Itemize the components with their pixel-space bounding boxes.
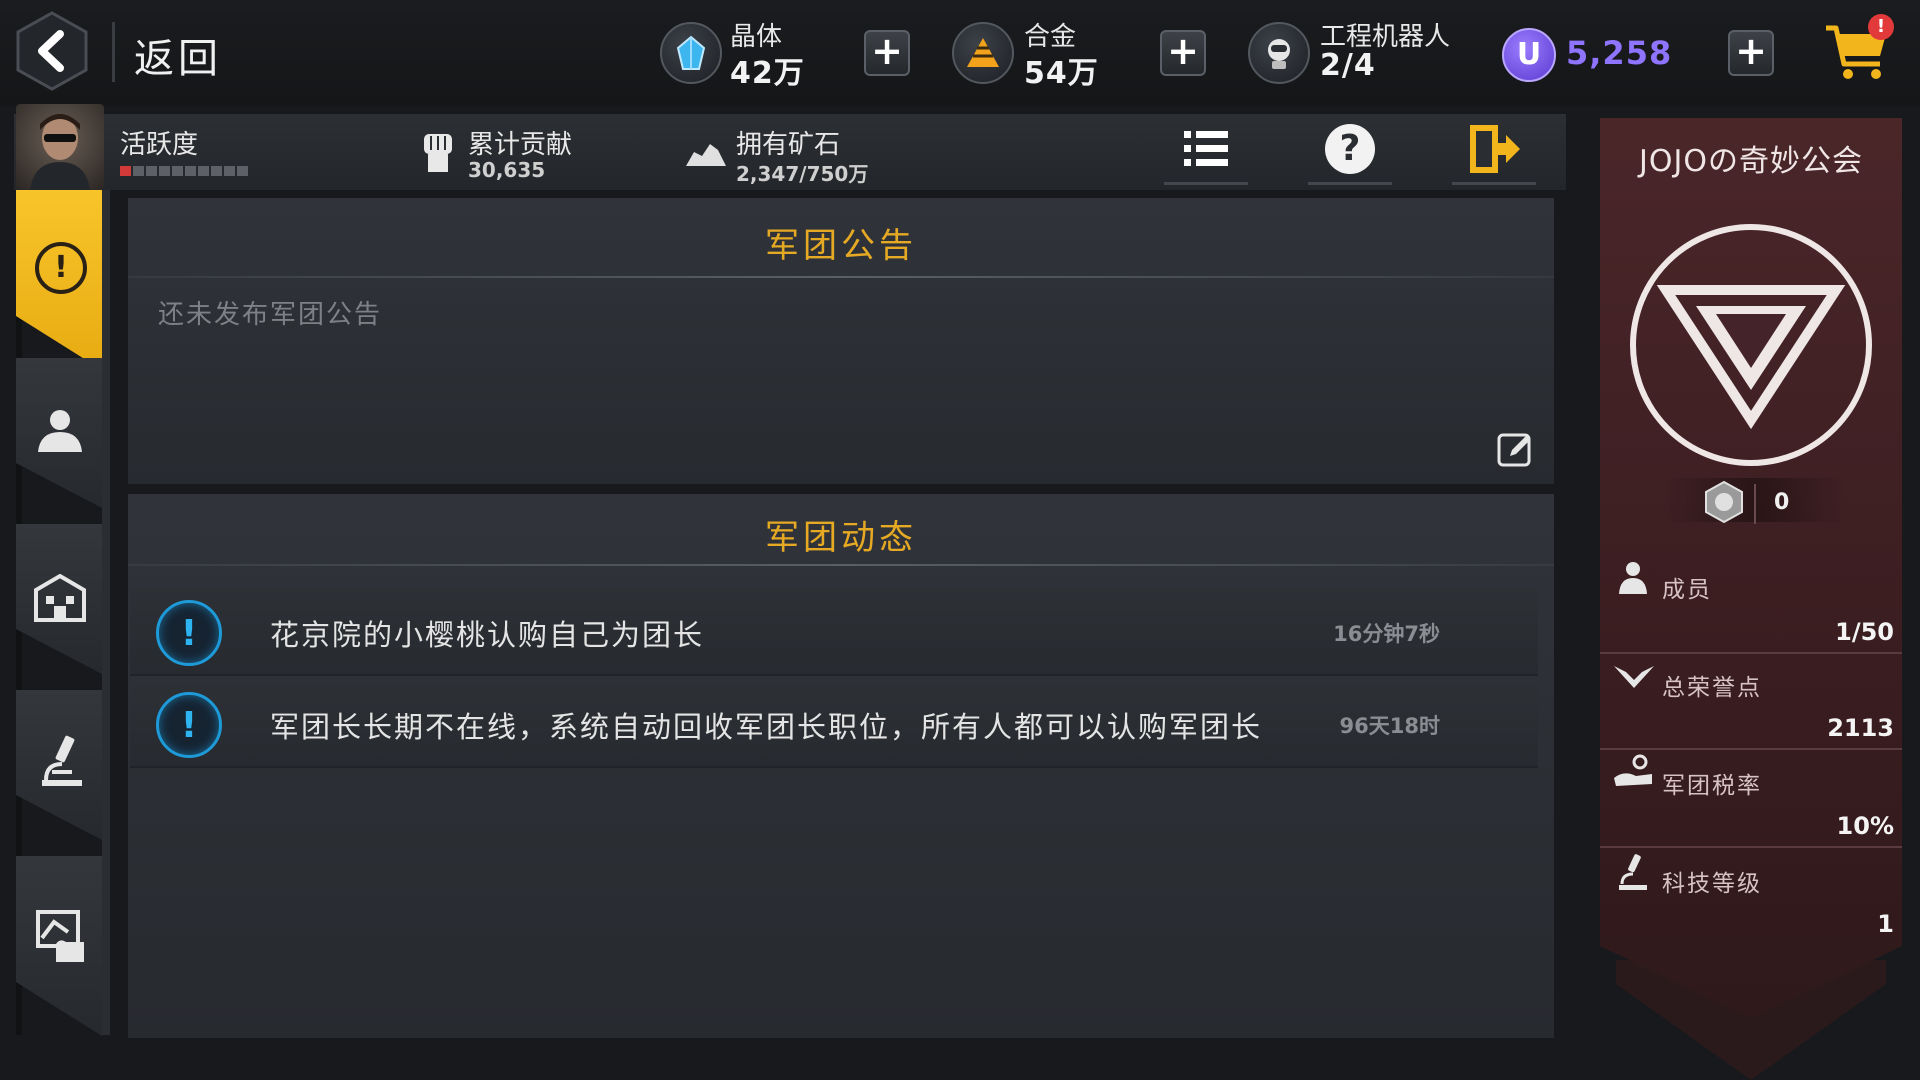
help-button[interactable]: ? [1308, 116, 1392, 185]
stat-label-honor: 总荣誉点 [1662, 675, 1762, 701]
divider [1600, 846, 1902, 848]
divider [128, 564, 1554, 566]
robot-value: 2/4 [1320, 48, 1376, 83]
u-coin-icon: U [1502, 28, 1556, 82]
guild-info-panel: JOJOの奇妙公会 0 成员 1/50 总荣誉点 2113 军团税率 10% 科… [1600, 118, 1902, 1018]
fist-icon [418, 130, 458, 174]
info-alert-icon: ! [156, 692, 222, 758]
microscope-icon [42, 735, 82, 786]
avatar[interactable] [16, 104, 104, 190]
nav-tab-buildings[interactable] [16, 524, 102, 674]
stat-value-tax: 10% [1836, 812, 1894, 840]
activity-text: 军团长长期不在线，系统自动回收军团长职位，所有人都可以认购军团长 [270, 710, 1263, 744]
back-label[interactable]: 返回 [134, 26, 222, 84]
exit-icon [1470, 125, 1520, 173]
announcement-title: 军团公告 [765, 226, 917, 266]
nav-tab-tech[interactable] [16, 690, 102, 840]
guild-level-icon [1705, 480, 1743, 524]
alloy-value: 54万 [1024, 56, 1099, 91]
guild-name: JOJOの奇妙公会 [1639, 144, 1863, 179]
nav-tab-members[interactable] [16, 358, 102, 508]
divider [112, 22, 115, 82]
ore-label: 拥有矿石 [736, 130, 841, 160]
add-alloy-button[interactable]: + [1160, 30, 1206, 76]
member-icon [1619, 562, 1647, 594]
stat-label-tax: 军团税率 [1662, 773, 1762, 799]
member-icon [38, 410, 82, 452]
stat-value-honor: 2113 [1827, 714, 1894, 742]
add-currency-button[interactable]: + [1728, 30, 1774, 76]
leave-guild-button[interactable] [1452, 116, 1536, 185]
list-item: ! 军团长长期不在线，系统自动回收军团长职位，所有人都可以认购军团长 96天18… [130, 680, 1538, 768]
activity-text: 花京院的小樱桃认购自己为团长 [270, 618, 705, 652]
ore-value: 2,347/750万 [736, 162, 869, 186]
activity-meter [120, 166, 248, 176]
announcement-panel: 军团公告 还未发布军团公告 [128, 198, 1554, 484]
activity-time: 16分钟7秒 [1333, 622, 1440, 646]
contribution-value: 30,635 [468, 158, 546, 182]
info-alert-icon: ! [156, 600, 222, 666]
stat-value-members: 1/50 [1835, 618, 1894, 646]
guild-level-value: 0 [1774, 490, 1790, 515]
contribution-label: 累计贡献 [468, 130, 573, 160]
back-arrow-icon [16, 11, 88, 91]
list-button[interactable] [1164, 116, 1248, 185]
list-item: ! 花京院的小樱桃认购自己为团长 16分钟7秒 [130, 588, 1538, 676]
list-icon [1184, 131, 1228, 166]
back-button[interactable] [14, 10, 90, 92]
currency-value: 5,258 [1566, 34, 1673, 72]
notification-badge: ! [1868, 14, 1894, 40]
alloy-icon [952, 22, 1014, 84]
alert-icon: ! [35, 242, 87, 294]
tax-icon [1614, 754, 1652, 786]
add-crystal-button[interactable]: + [864, 30, 910, 76]
divider [128, 276, 1554, 278]
activity-label: 活跃度 [120, 130, 199, 160]
building-icon [34, 574, 86, 622]
nav-tab-donate[interactable] [16, 856, 102, 1036]
wings-icon [1614, 666, 1654, 688]
microscope-icon [1619, 854, 1647, 890]
divider [1600, 652, 1902, 654]
crystal-value: 42万 [730, 56, 805, 91]
edit-icon [1497, 433, 1531, 467]
stat-value-tech: 1 [1877, 910, 1894, 938]
question-icon: ? [1325, 124, 1375, 174]
robot-icon [1248, 22, 1310, 84]
ore-icon [684, 138, 728, 168]
edit-announcement-button[interactable] [1496, 430, 1534, 468]
announcement-body: 还未发布军团公告 [158, 300, 383, 330]
guild-emblem-icon [1630, 224, 1872, 466]
activity-title: 军团动态 [765, 518, 917, 558]
activity-time: 96天18时 [1339, 714, 1440, 738]
nav-rail [102, 190, 110, 1035]
divider [1600, 748, 1902, 750]
shop-button[interactable]: ! [1820, 14, 1896, 90]
nav-tab-announcement[interactable]: ! [16, 190, 102, 370]
donate-icon [36, 910, 84, 962]
divider [1754, 484, 1756, 524]
stat-label-members: 成员 [1662, 577, 1712, 603]
crystal-icon [660, 22, 722, 84]
stat-label-tech: 科技等级 [1662, 871, 1762, 897]
